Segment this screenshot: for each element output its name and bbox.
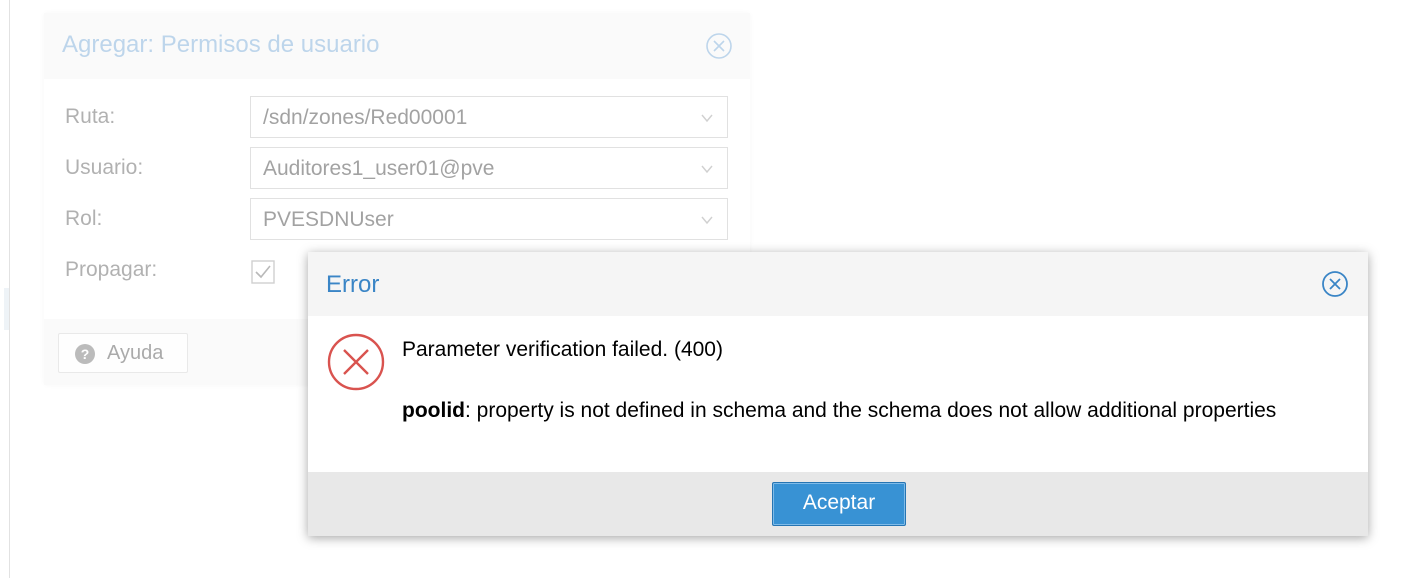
user-label: Usuario: bbox=[65, 156, 144, 179]
left-panel-tab bbox=[4, 288, 9, 330]
error-icon bbox=[327, 333, 385, 391]
path-label: Ruta: bbox=[65, 105, 116, 128]
close-icon[interactable] bbox=[1320, 269, 1350, 299]
role-combobox[interactable]: PVESDNUser bbox=[250, 198, 728, 240]
role-label: Rol: bbox=[65, 207, 103, 230]
chevron-down-icon[interactable] bbox=[699, 110, 715, 126]
error-dialog-footer: Aceptar bbox=[308, 472, 1368, 536]
propagate-label: Propagar: bbox=[65, 258, 158, 281]
path-combobox[interactable]: /sdn/zones/Red00001 bbox=[250, 96, 728, 138]
error-detail: poolid: property is not defined in schem… bbox=[402, 396, 1302, 426]
error-dialog-title: Error bbox=[326, 271, 380, 298]
path-value: /sdn/zones/Red00001 bbox=[263, 106, 468, 129]
chevron-down-icon[interactable] bbox=[699, 212, 715, 228]
accept-button[interactable]: Aceptar bbox=[772, 482, 906, 526]
help-button[interactable]: ? Ayuda bbox=[58, 333, 188, 373]
user-value: Auditores1_user01@pve bbox=[263, 157, 495, 180]
close-icon[interactable] bbox=[704, 31, 734, 61]
permissions-dialog-header: Agregar: Permisos de usuario bbox=[44, 13, 750, 79]
user-combobox[interactable]: Auditores1_user01@pve bbox=[250, 147, 728, 189]
question-circle-icon: ? bbox=[75, 344, 95, 364]
error-field-name: poolid bbox=[402, 399, 465, 422]
role-value: PVESDNUser bbox=[263, 208, 394, 231]
error-dialog-header: Error bbox=[308, 252, 1368, 316]
chevron-down-icon[interactable] bbox=[699, 161, 715, 177]
error-detail-text: : property is not defined in schema and … bbox=[464, 399, 1277, 422]
error-message: Parameter verification failed. (400) bbox=[402, 338, 723, 361]
propagate-checkbox[interactable] bbox=[250, 259, 276, 285]
help-button-label: Ayuda bbox=[107, 342, 164, 364]
permissions-dialog-title: Agregar: Permisos de usuario bbox=[62, 31, 380, 58]
left-border bbox=[9, 0, 10, 578]
screen: Agregar: Permisos de usuario Ruta: /sdn/… bbox=[0, 0, 1409, 578]
error-dialog: Error Parameter verification failed. (40… bbox=[308, 252, 1368, 536]
